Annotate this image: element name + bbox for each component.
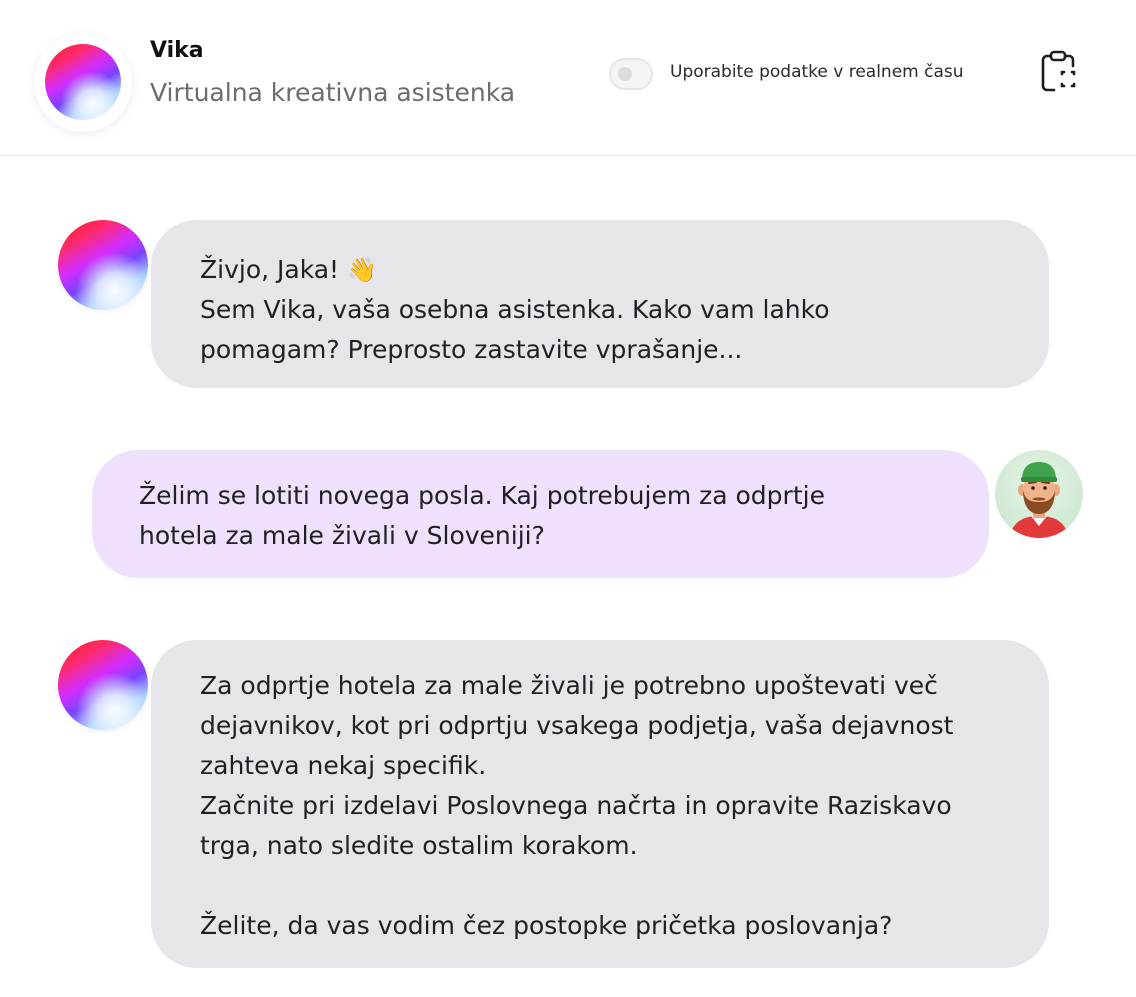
assistant-message-avatar	[58, 220, 148, 310]
assistant-subtitle: Virtualna kreativna asistenka	[150, 78, 516, 107]
toggle-knob	[618, 67, 632, 81]
message-line: Začnite pri izdelavi Poslovnega načrta i…	[200, 791, 952, 820]
assistant-message-bubble: Za odprtje hotela za male živali je potr…	[151, 640, 1049, 968]
realtime-data-toggle-label: Uporabite podatke v realnem času	[670, 62, 964, 82]
message-line: Želim se lotiti novega posla. Kaj potreb…	[139, 481, 825, 510]
message-line: dejavnikov, kot pri odprtju vsakega podj…	[200, 711, 954, 740]
message-line: zahteva nekaj specifik.	[200, 751, 487, 780]
clipboard-capture-icon	[1041, 50, 1076, 92]
clipboard-capture-button[interactable]	[1038, 48, 1082, 98]
message-line: Sem Vika, vaša osebna asistenka. Kako va…	[200, 295, 830, 324]
message-line: trga, nato sledite ostalim korakom.	[200, 831, 638, 860]
realtime-data-toggle[interactable]	[609, 58, 653, 90]
waving-hand-emoji: 👋	[347, 256, 377, 284]
message-line: Živjo, Jaka! 👋	[200, 255, 377, 284]
assistant-message-bubble: Živjo, Jaka! 👋 Sem Vika, vaša osebna asi…	[151, 220, 1049, 388]
chat-header: Vika Virtualna kreativna asistenka Upora…	[0, 0, 1136, 156]
user-avatar-illustration	[1009, 462, 1069, 538]
assistant-message-avatar	[58, 640, 148, 730]
message-line: Za odprtje hotela za male živali je potr…	[200, 671, 938, 700]
message-line: hotela za male živali v Sloveniji?	[139, 521, 545, 550]
assistant-name: Vika	[150, 38, 204, 63]
assistant-avatar	[45, 44, 121, 120]
user-message-bubble: Želim se lotiti novega posla. Kaj potreb…	[92, 450, 989, 578]
user-avatar	[995, 450, 1083, 538]
message-line: pomagam? Preprosto zastavite vprašanje..…	[200, 335, 743, 364]
message-line: Želite, da vas vodim čez postopke pričet…	[200, 911, 893, 940]
